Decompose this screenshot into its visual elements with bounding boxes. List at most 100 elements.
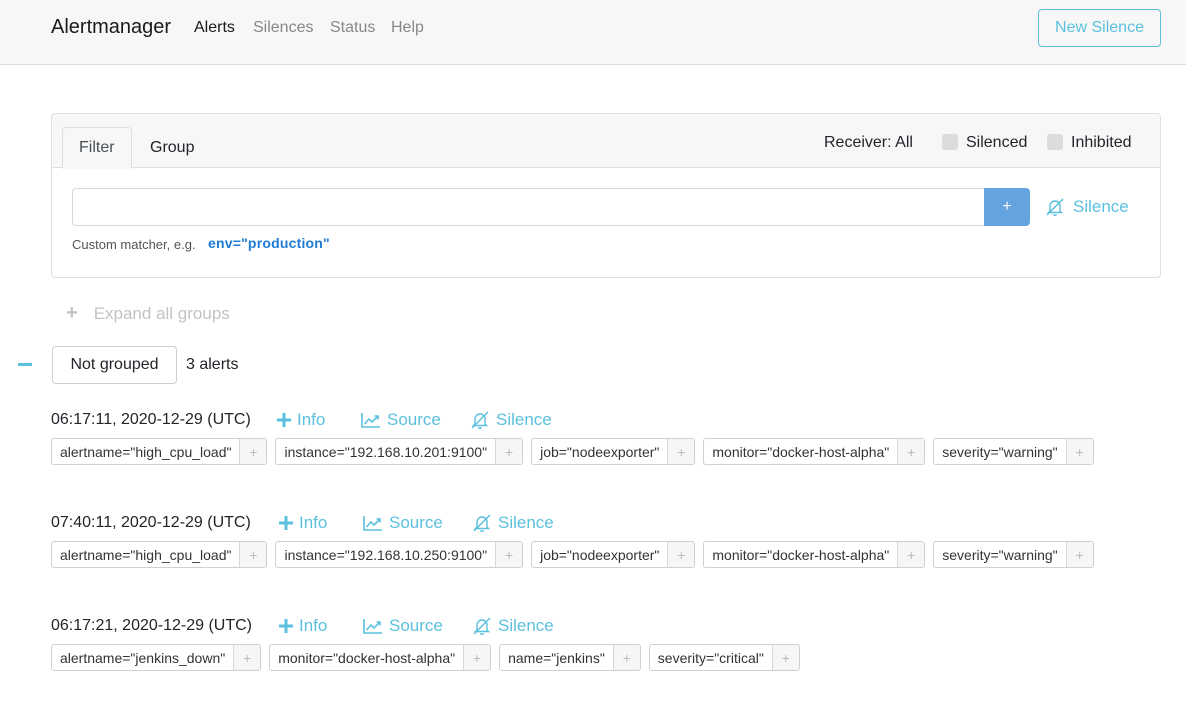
alert-info-label: Info — [299, 616, 328, 635]
navbar: Alertmanager Alerts Silences Status Help… — [0, 0, 1186, 65]
label-text[interactable]: alertname="high_cpu_load" — [52, 542, 239, 567]
bell-slash-icon — [472, 616, 492, 636]
alert-source-link[interactable]: Source — [361, 410, 441, 430]
add-label-filter-button[interactable]: + — [1065, 542, 1093, 567]
label-text[interactable]: severity="warning" — [934, 439, 1065, 464]
nav-alerts[interactable]: Alerts — [194, 19, 235, 37]
label-text[interactable]: job="nodeexporter" — [532, 542, 667, 567]
add-label-filter-button[interactable]: + — [612, 645, 640, 670]
bell-slash-icon — [470, 410, 490, 430]
silenced-checkbox[interactable] — [942, 134, 958, 150]
alert-silence-link[interactable]: Silence — [470, 410, 552, 430]
silenced-label: Silenced — [966, 134, 1028, 151]
label-text[interactable]: monitor="docker-host-alpha" — [704, 439, 897, 464]
label-matcher: alertname="high_cpu_load" + — [51, 541, 268, 568]
tab-group-label: Group — [150, 138, 195, 156]
label-matcher: alertname="jenkins_down" + — [51, 644, 262, 671]
label-matcher: monitor="docker-host-alpha" + — [703, 438, 926, 465]
nav-status[interactable]: Status — [330, 19, 375, 37]
tab-filter[interactable]: Filter — [62, 127, 132, 169]
expand-all-groups-button[interactable]: + Expand all groups — [66, 302, 230, 325]
label-text[interactable]: alertname="high_cpu_load" — [52, 439, 239, 464]
filter-input[interactable] — [72, 188, 985, 226]
label-text[interactable]: severity="warning" — [934, 542, 1065, 567]
chart-line-icon — [363, 618, 383, 634]
alert-info-label: Info — [299, 513, 328, 532]
label-matcher: instance="192.168.10.250:9100" + — [275, 541, 524, 568]
label-matcher: job="nodeexporter" + — [531, 438, 696, 465]
alert-info-button[interactable]: Info — [279, 616, 327, 636]
alert-timestamp: 07:40:11, 2020-12-29 (UTC) — [51, 514, 251, 531]
alert-source-link[interactable]: Source — [363, 616, 443, 636]
label-text[interactable]: monitor="docker-host-alpha" — [704, 542, 897, 567]
plus-icon: + — [66, 302, 78, 324]
label-matcher: monitor="docker-host-alpha" + — [703, 541, 926, 568]
add-label-filter-button[interactable]: + — [233, 645, 261, 670]
alert-silence-link[interactable]: Silence — [472, 513, 554, 533]
label-matcher: alertname="high_cpu_load" + — [51, 438, 268, 465]
new-silence-button[interactable]: New Silence — [1038, 9, 1161, 47]
add-label-filter-button[interactable]: + — [463, 645, 491, 670]
alert-source-label: Source — [389, 513, 443, 532]
label-text[interactable]: name="jenkins" — [500, 645, 613, 670]
nav-help[interactable]: Help — [391, 19, 424, 37]
minus-icon[interactable] — [18, 363, 32, 366]
label-matcher: instance="192.168.10.201:9100" + — [275, 438, 524, 465]
alert-source-label: Source — [389, 616, 443, 635]
alert-info-button[interactable]: Info — [277, 410, 325, 430]
plus-icon — [277, 413, 291, 427]
add-label-filter-button[interactable]: + — [239, 439, 267, 464]
group-alert-count: 3 alerts — [186, 356, 239, 373]
alert-silence-label: Silence — [498, 616, 554, 635]
label-matcher: severity="critical" + — [648, 644, 800, 671]
bell-slash-icon — [472, 513, 492, 533]
filter-silence-link[interactable]: Silence — [1045, 197, 1129, 217]
add-label-filter-button[interactable]: + — [239, 542, 267, 567]
label-matcher: severity="warning" + — [933, 541, 1094, 568]
alert-labels: alertname="jenkins_down" + monitor="docker… — [51, 644, 800, 671]
label-matcher: severity="warning" + — [933, 438, 1094, 465]
add-label-filter-button[interactable]: + — [1065, 439, 1093, 464]
bell-slash-icon — [1045, 197, 1065, 217]
matcher-example-link[interactable]: env="production" — [208, 235, 330, 251]
label-text[interactable]: alertname="jenkins_down" — [52, 645, 233, 670]
plus-icon — [279, 516, 293, 530]
label-text[interactable]: job="nodeexporter" — [532, 439, 667, 464]
group-name-button[interactable]: Not grouped — [52, 346, 177, 384]
alert-info-label: Info — [297, 410, 326, 429]
label-matcher: monitor="docker-host-alpha" + — [269, 644, 492, 671]
label-matcher: name="jenkins" + — [499, 644, 641, 671]
alert-info-button[interactable]: Info — [279, 513, 327, 533]
alert-source-link[interactable]: Source — [363, 513, 443, 533]
label-text[interactable]: instance="192.168.10.250:9100" — [276, 542, 495, 567]
inhibited-checkbox[interactable] — [1047, 134, 1063, 150]
alert-timestamp: 06:17:21, 2020-12-29 (UTC) — [51, 617, 252, 634]
alert-silence-label: Silence — [498, 513, 554, 532]
label-matcher: job="nodeexporter" + — [531, 541, 696, 568]
label-text[interactable]: instance="192.168.10.201:9100" — [276, 439, 495, 464]
add-label-filter-button[interactable]: + — [771, 645, 799, 670]
alert-source-label: Source — [387, 410, 441, 429]
add-label-filter-button[interactable]: + — [897, 542, 925, 567]
alert-silence-link[interactable]: Silence — [472, 616, 554, 636]
receiver-selector[interactable]: Receiver: All — [824, 134, 913, 152]
matcher-hint: Custom matcher, e.g. — [72, 237, 196, 252]
filter-silence-label: Silence — [1073, 197, 1129, 216]
inhibited-label: Inhibited — [1071, 134, 1132, 151]
alert-labels: alertname="high_cpu_load" + instance="192.… — [51, 438, 1094, 465]
add-label-filter-button[interactable]: + — [667, 439, 695, 464]
label-text[interactable]: monitor="docker-host-alpha" — [270, 645, 463, 670]
add-label-filter-button[interactable]: + — [495, 542, 523, 567]
plus-icon — [279, 619, 293, 633]
tab-group[interactable]: Group — [134, 127, 210, 168]
add-label-filter-button[interactable]: + — [495, 439, 523, 464]
alert-labels: alertname="high_cpu_load" + instance="192.… — [51, 541, 1094, 568]
nav-silences[interactable]: Silences — [253, 19, 313, 37]
add-label-filter-button[interactable]: + — [897, 439, 925, 464]
add-label-filter-button[interactable]: + — [667, 542, 695, 567]
label-text[interactable]: severity="critical" — [650, 645, 772, 670]
tab-filter-label: Filter — [79, 139, 115, 156]
chart-line-icon — [363, 515, 383, 531]
add-filter-button[interactable]: + — [984, 188, 1030, 226]
brand-logo[interactable]: Alertmanager — [51, 16, 171, 39]
